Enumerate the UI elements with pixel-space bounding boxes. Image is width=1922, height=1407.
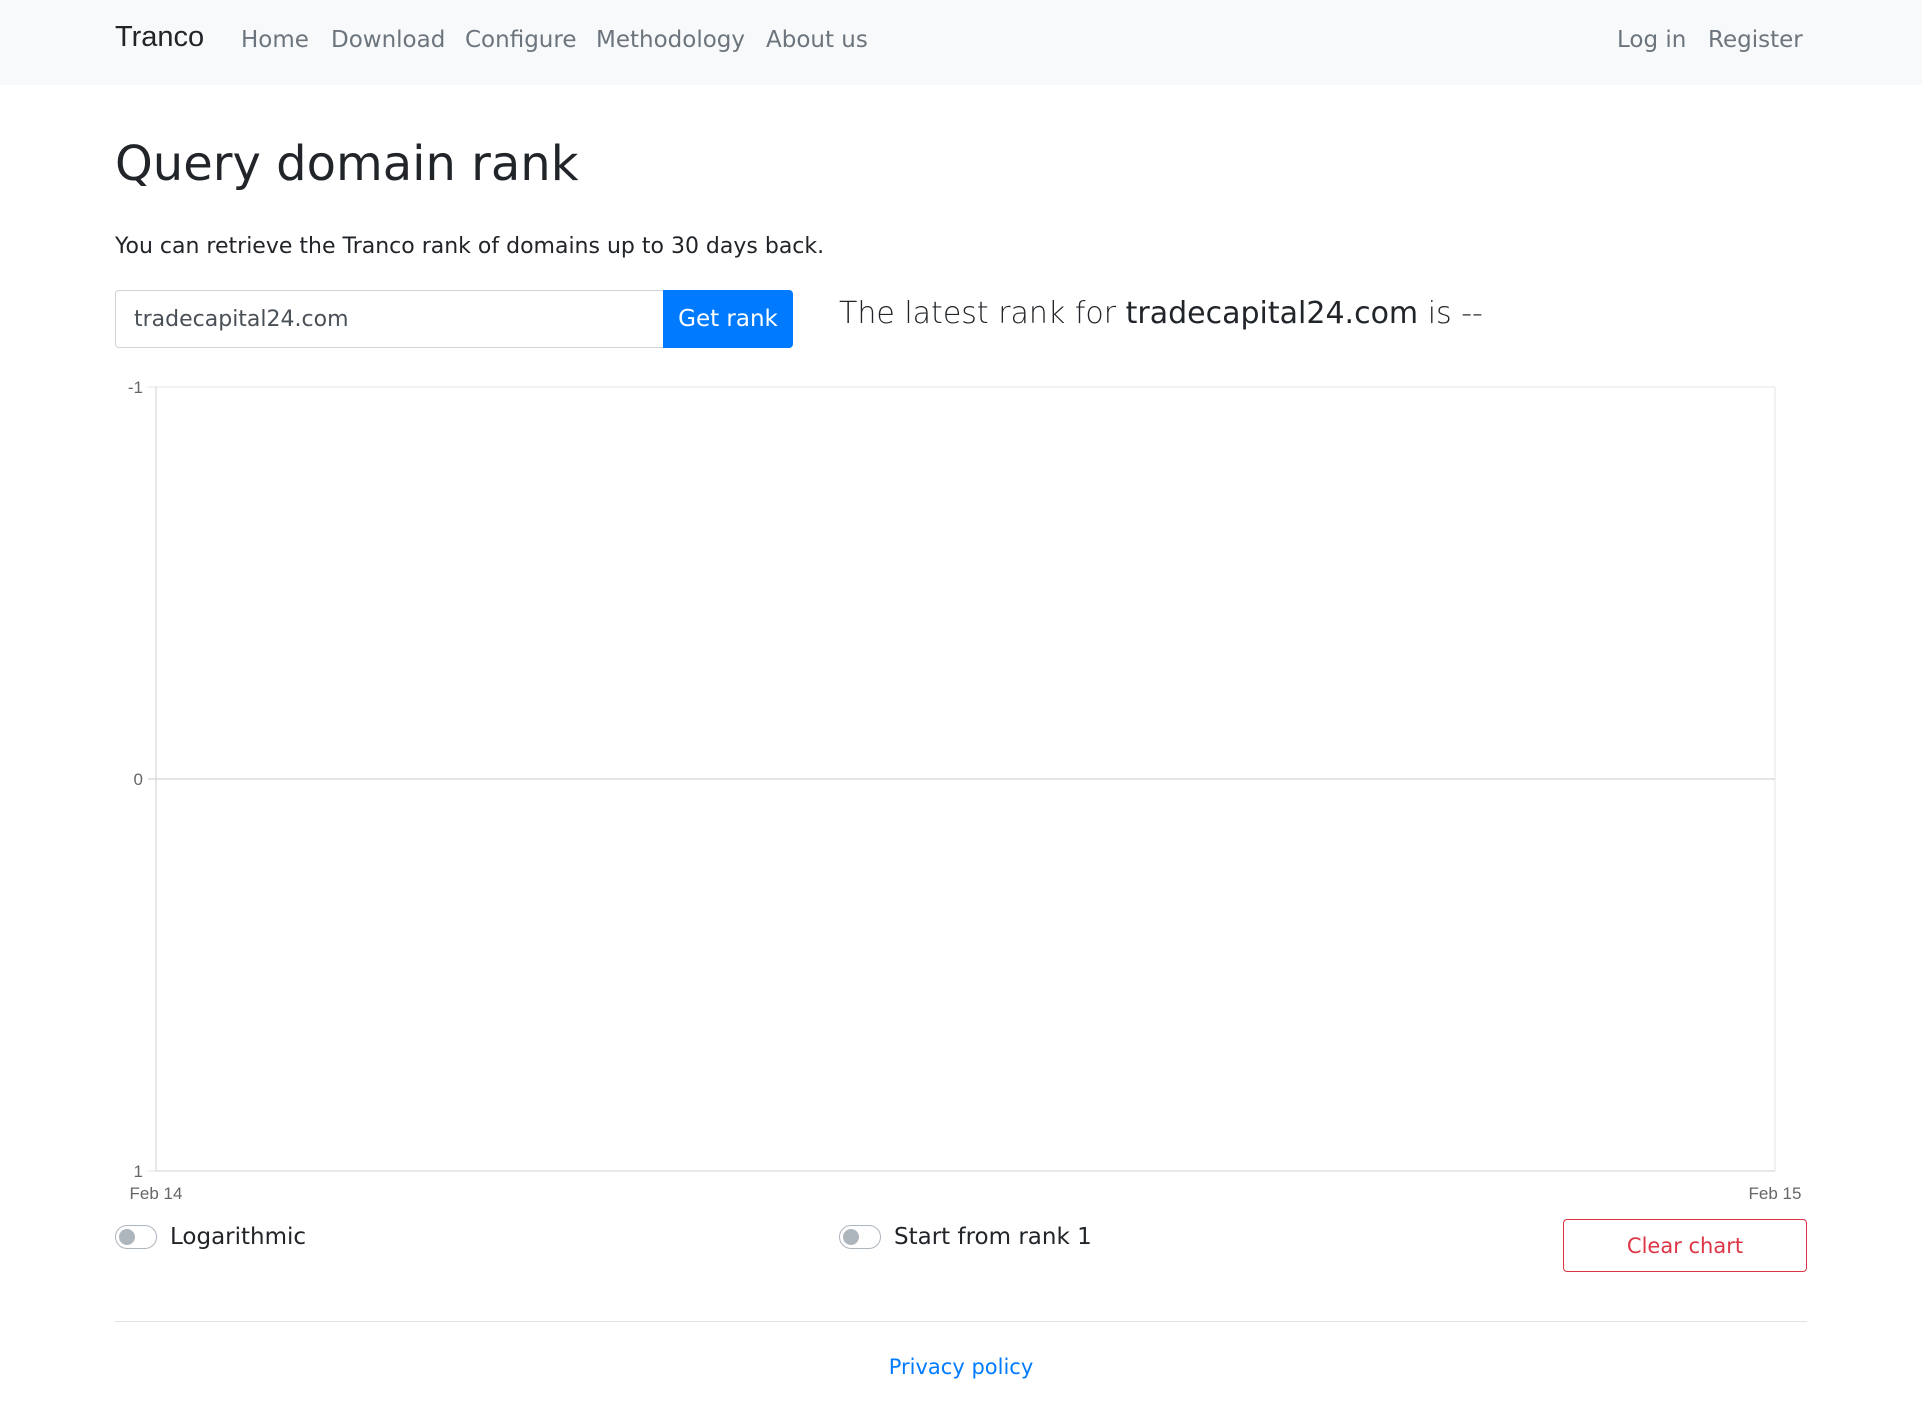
footer-divider [115,1321,1807,1322]
y-tick-label: 0 [134,770,143,789]
clear-chart-button[interactable]: Clear chart [1563,1219,1807,1272]
logarithmic-switch[interactable] [115,1225,157,1249]
nav-register[interactable]: Register [1708,27,1803,53]
nav-configure[interactable]: Configure [465,27,576,53]
latest-rank-prefix: The latest rank for [839,296,1117,331]
logarithmic-label: Logarithmic [170,1224,307,1250]
navbar: Tranco Home Download Configure Methodolo… [0,0,1922,85]
nav-download[interactable]: Download [331,27,445,53]
start-from-rank-toggle[interactable]: Start from rank 1 [839,1224,1119,1255]
x-tick-label: Feb 15 [1749,1184,1802,1203]
start-from-rank-switch[interactable] [839,1225,881,1249]
switch-knob [843,1229,859,1245]
nav-methodology[interactable]: Methodology [596,27,745,53]
latest-rank-middle: is [1427,296,1452,331]
latest-rank-domain: tradecapital24.com [1125,296,1419,331]
rank-chart: -1 0 1 Feb 14 Feb 15 [128,378,1802,1203]
y-tick-label: -1 [128,378,143,397]
y-tick-label: 1 [134,1162,143,1181]
start-from-rank-label: Start from rank 1 [894,1224,1092,1250]
page-title: Query domain rank [115,136,579,192]
latest-rank-value: -- [1461,296,1483,331]
logarithmic-toggle[interactable]: Logarithmic [115,1224,335,1255]
nav-home[interactable]: Home [241,27,309,53]
domain-search-input[interactable] [115,290,664,348]
x-tick-label: Feb 14 [130,1184,183,1203]
latest-rank-text: The latest rank for tradecapital24.com i… [839,296,1483,331]
get-rank-button[interactable]: Get rank [663,290,793,348]
brand-link[interactable]: Tranco [115,21,204,54]
nav-log-in[interactable]: Log in [1617,27,1686,53]
page-description: You can retrieve the Tranco rank of doma… [115,234,825,259]
nav-about-us[interactable]: About us [766,27,868,53]
switch-knob [119,1229,135,1245]
privacy-policy-link[interactable]: Privacy policy [0,1355,1922,1379]
